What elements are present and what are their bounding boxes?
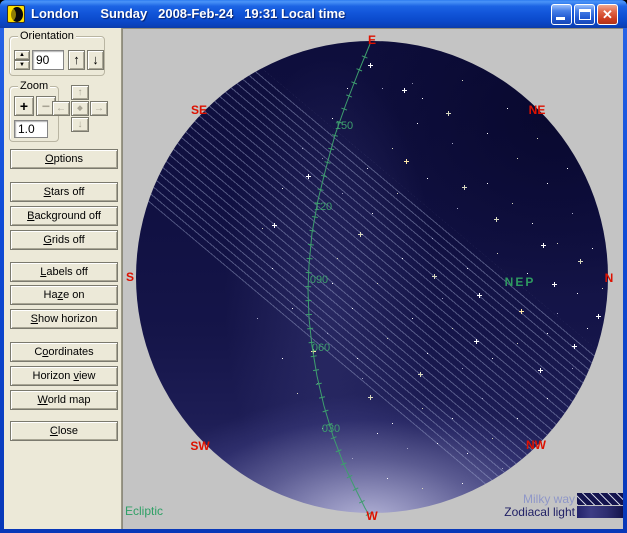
maximize-icon <box>579 9 591 20</box>
app-window: London Sunday 2008-Feb-24 19:31 Local ti… <box>0 0 627 533</box>
minimize-button[interactable] <box>551 4 572 25</box>
crescent-moon-icon <box>11 7 23 22</box>
close-button[interactable]: Close <box>10 421 118 441</box>
ecliptic-label: Ecliptic <box>125 504 163 518</box>
world-map-button[interactable]: World map <box>10 390 118 410</box>
orientation-value-field[interactable] <box>32 50 64 70</box>
legend-milky-way-label: Milky way <box>523 493 575 505</box>
rotate-up-button[interactable]: ↑ <box>68 50 85 70</box>
zoom-group-label: Zoom <box>18 80 50 92</box>
zodiacal-light-swatch <box>577 506 623 518</box>
close-window-button[interactable]: ✕ <box>597 4 618 25</box>
orientation-spin-up-button[interactable]: ▲ <box>14 50 30 60</box>
rotate-down-button[interactable]: ↓ <box>87 50 104 70</box>
milky-way-swatch <box>577 493 623 505</box>
grids-off-button[interactable]: Grids off <box>10 230 118 250</box>
compass-label-s: S <box>126 270 134 284</box>
window-title: London Sunday 2008-Feb-24 19:31 Local ti… <box>31 0 345 28</box>
pan-right-button[interactable]: → <box>90 101 108 116</box>
compass-label-nw: NW <box>526 438 546 452</box>
orientation-group-label: Orientation <box>18 30 76 42</box>
compass-label-ne: NE <box>529 103 546 117</box>
background-off-button[interactable]: Background off <box>10 206 118 226</box>
labels-off-button[interactable]: Labels off <box>10 262 118 282</box>
moon-app-icon[interactable] <box>7 5 25 23</box>
haze-on-button[interactable]: Haze on <box>10 285 118 305</box>
client-area: Orientation ▲ ▼ ↑ ↓ Zoom + − ↑ ← ◆ → ↓ O… <box>4 28 623 529</box>
close-icon: ✕ <box>598 5 617 24</box>
ecliptic-degree-label: 120 <box>314 201 332 213</box>
horizon-view-button[interactable]: Horizon view <box>10 366 118 386</box>
ecliptic-degree-label: 030 <box>322 423 340 435</box>
pan-up-button[interactable]: ↑ <box>71 85 89 100</box>
pan-left-button[interactable]: ← <box>52 101 70 116</box>
zoom-value-field[interactable] <box>14 120 48 138</box>
sky-map[interactable]: ENESESNSWNWW150120090060030NEP Ecliptic … <box>122 28 623 529</box>
legend-zodiacal-light-label: Zodiacal light <box>504 506 575 518</box>
compass-label-sw: SW <box>190 439 209 453</box>
ecliptic-degree-label: 150 <box>335 120 353 132</box>
orientation-spin-down-button[interactable]: ▼ <box>14 60 30 70</box>
options-button[interactable]: Options <box>10 149 118 169</box>
compass-label-e: E <box>368 33 376 47</box>
zoom-in-button[interactable]: + <box>14 96 34 116</box>
north-ecliptic-pole-label: NEP <box>505 275 536 289</box>
compass-label-se: SE <box>191 103 207 117</box>
pan-down-button[interactable]: ↓ <box>71 117 89 132</box>
maximize-button[interactable] <box>574 4 595 25</box>
compass-label-n: N <box>605 271 614 285</box>
compass-label-w: W <box>366 509 377 523</box>
ecliptic-degree-label: 090 <box>310 274 328 286</box>
minimize-icon <box>556 17 565 20</box>
pan-center-button[interactable]: ◆ <box>71 101 89 116</box>
control-panel: Orientation ▲ ▼ ↑ ↓ Zoom + − ↑ ← ◆ → ↓ O… <box>4 28 122 529</box>
stars-off-button[interactable]: Stars off <box>10 182 118 202</box>
ecliptic-degree-label: 060 <box>312 342 330 354</box>
show-horizon-button[interactable]: Show horizon <box>10 309 118 329</box>
coordinates-button[interactable]: Coordinates <box>10 342 118 362</box>
title-bar[interactable]: London Sunday 2008-Feb-24 19:31 Local ti… <box>0 0 627 28</box>
